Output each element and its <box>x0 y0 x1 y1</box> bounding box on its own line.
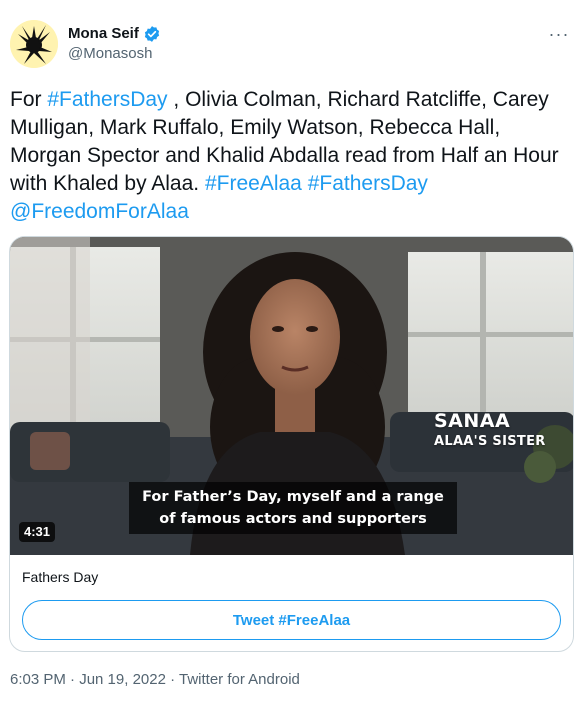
tweet-freealaa-button[interactable]: Tweet #FreeAlaa <box>22 600 561 640</box>
tweet-text: For #FathersDay , Olivia Colman, Richard… <box>10 86 570 226</box>
speaker-role: ALAA'S SISTER <box>434 434 546 449</box>
hashtag-link[interactable]: #FathersDay <box>308 172 428 195</box>
speaker-name: SANAA <box>434 410 511 432</box>
author-block: Mona Seif @Monasosh <box>68 24 161 64</box>
verified-badge-icon <box>143 25 161 43</box>
card-title: Fathers Day <box>22 569 99 585</box>
hashtag-link[interactable]: #FreeAlaa <box>205 172 302 195</box>
video-subtitle: For Father’s Day, myself and a range of … <box>129 482 457 534</box>
avatar-image <box>10 20 58 68</box>
video-player[interactable]: SANAA ALAA'S SISTER For Father’s Day, my… <box>10 237 573 555</box>
avatar[interactable] <box>10 20 58 68</box>
author-handle[interactable]: @Monasosh <box>68 44 161 64</box>
tweet-text-segment <box>428 172 434 195</box>
video-card[interactable]: SANAA ALAA'S SISTER For Father’s Day, my… <box>9 236 574 652</box>
mention-link[interactable]: @FreedomForAlaa <box>10 200 189 223</box>
tweet-text-segment: For <box>10 88 48 111</box>
hashtag-link[interactable]: #FathersDay <box>47 88 167 111</box>
video-lower-third: SANAA ALAA'S SISTER <box>434 409 546 451</box>
author-name-row: Mona Seif <box>68 24 161 44</box>
author-display-name[interactable]: Mona Seif <box>68 24 139 44</box>
video-duration-badge: 4:31 <box>19 522 56 542</box>
tweet-timestamp[interactable]: 6:03 PM · Jun 19, 2022 · Twitter for And… <box>10 670 300 690</box>
more-options-icon[interactable]: ··· <box>547 22 571 46</box>
